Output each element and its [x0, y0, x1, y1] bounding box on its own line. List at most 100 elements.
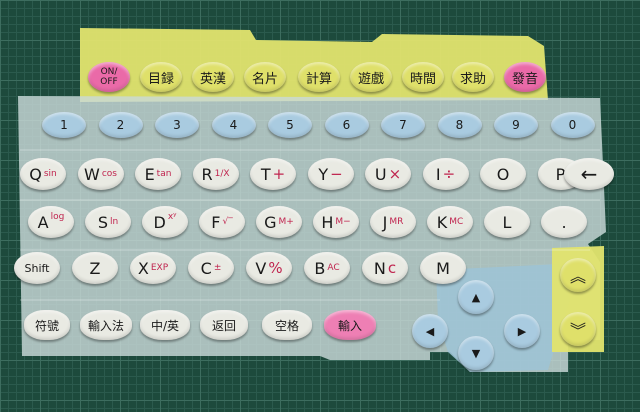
arrow-down-key[interactable]: ▼ [458, 336, 494, 370]
function-key-label-line-0: ON/ [100, 67, 118, 77]
key-main-label: E [144, 164, 155, 184]
bottom-key-label: 輸入法 [87, 318, 124, 333]
function-key-3[interactable]: 名片 [244, 62, 286, 92]
function-key-5[interactable]: 遊戲 [350, 62, 392, 92]
z-row-key-1[interactable]: Z [72, 252, 118, 284]
key-main-label: U [374, 164, 387, 184]
key-main-label: F [211, 212, 221, 232]
q-row-key-2[interactable]: Etan [135, 158, 181, 190]
a-row-key-5[interactable]: H M− [313, 206, 359, 238]
key-main-label: S [97, 212, 108, 232]
number-key-0[interactable]: 0 [550, 112, 595, 138]
q-row-key-1[interactable]: Wcos [77, 158, 124, 190]
key-sub-label: tan [156, 169, 172, 179]
bottom-key-0[interactable]: 符號 [24, 310, 70, 340]
a-row-key-7[interactable]: K MC [427, 206, 473, 238]
number-key-label: 8 [455, 118, 464, 132]
key-main-label: X [137, 258, 149, 278]
a-row-key-3[interactable]: F √‾ [199, 206, 245, 238]
number-key-label: 7 [399, 118, 407, 132]
arrow-up-key[interactable]: ▲ [458, 280, 494, 314]
number-key-3[interactable]: 3 [155, 112, 199, 138]
bottom-key-label: 返回 [211, 318, 236, 333]
number-key-label: 2 [116, 118, 125, 132]
key-main-label: O [496, 164, 510, 184]
key-main-label: J [382, 212, 388, 232]
page-down-key[interactable]: ︾ [560, 312, 596, 346]
z-row-key-6[interactable]: Nc [362, 252, 408, 284]
z-row-key-3[interactable]: C ± [188, 252, 234, 284]
key-sub-label: MR [389, 217, 404, 227]
number-key-label: 3 [173, 118, 181, 132]
number-key-5[interactable]: 5 [268, 112, 312, 138]
q-row-key-0[interactable]: Qsin [20, 158, 66, 190]
function-key-4[interactable]: 計算 [298, 62, 340, 92]
number-key-1[interactable]: 1 [42, 112, 86, 138]
key-main-label: B [314, 258, 326, 278]
function-key-label: 目録 [147, 71, 174, 87]
q-row-key-8[interactable]: O [480, 158, 526, 190]
key-sub-label: ln [109, 217, 119, 227]
z-row-key-7[interactable]: M [420, 252, 466, 284]
a-row-key-1[interactable]: Sln [85, 206, 131, 238]
key-sub-label: − [330, 165, 343, 183]
number-key-4[interactable]: 4 [211, 112, 256, 138]
function-key-label: 時間 [409, 71, 436, 87]
key-sub-label: % [268, 259, 283, 277]
a-row-key-6[interactable]: J MR [370, 206, 416, 238]
z-row-key-0[interactable]: Shift [14, 252, 60, 284]
q-row-key-5[interactable]: Y − [307, 158, 354, 190]
a-row-key-2[interactable]: Dxʸ [142, 206, 188, 238]
bottom-key-label: 符號 [34, 318, 59, 333]
arrow-left-key[interactable]: ◀ [412, 314, 448, 348]
key-main-label: . [561, 212, 567, 232]
backspace-icon: ← [580, 162, 598, 186]
bottom-key-label: 空格 [274, 318, 299, 333]
function-key-2[interactable]: 英漢 [192, 62, 234, 92]
key-sub-label: × [388, 165, 402, 183]
function-key-0[interactable]: ON/OFF [88, 62, 130, 92]
bottom-key-5[interactable]: 輸入 [324, 310, 376, 340]
number-key-label: 1 [60, 118, 68, 132]
arrow-up-icon: ▲ [471, 290, 481, 304]
function-key-label: 發音 [511, 71, 538, 87]
number-key-2[interactable]: 2 [98, 112, 143, 138]
key-sub-label: c [387, 259, 397, 277]
number-key-8[interactable]: 8 [437, 112, 482, 138]
q-row-key-3[interactable]: R 1/X [192, 158, 239, 190]
key-sub-label: ÷ [442, 165, 456, 183]
arrow-right-icon: ▶ [517, 324, 527, 338]
bottom-key-2[interactable]: 中/英 [140, 310, 190, 340]
z-row-key-4[interactable]: V% [246, 252, 292, 284]
a-row-key-4[interactable]: G M+ [256, 206, 302, 238]
key-main-label: T [260, 164, 271, 184]
page-up-key[interactable]: ︽ [560, 258, 596, 292]
q-row-key-7[interactable]: I ÷ [422, 158, 469, 190]
q-row-key-4[interactable]: T + [250, 158, 296, 190]
key-sub-label: sin [43, 169, 57, 179]
function-key-6[interactable]: 時間 [402, 62, 444, 92]
bottom-key-3[interactable]: 返回 [200, 310, 248, 340]
function-key-1[interactable]: 目録 [140, 62, 182, 92]
a-row-key-9[interactable]: . [541, 206, 587, 238]
number-key-6[interactable]: 6 [324, 112, 369, 138]
function-key-8[interactable]: 發音 [504, 62, 546, 92]
z-row-key-5[interactable]: B AC [304, 252, 350, 284]
key-sub-label: xʸ [167, 212, 177, 222]
number-key-label: 6 [342, 118, 351, 132]
arrow-right-key[interactable]: ▶ [504, 314, 540, 348]
q-row-key-6[interactable]: U × [365, 158, 411, 190]
backspace-key[interactable]: ← [564, 158, 614, 190]
number-key-label: 0 [568, 118, 577, 132]
function-key-7[interactable]: 求助 [452, 62, 494, 92]
bottom-key-4[interactable]: 空格 [262, 310, 312, 340]
a-row-key-0[interactable]: Alog [28, 206, 74, 238]
number-key-7[interactable]: 7 [381, 112, 425, 138]
a-row-key-8[interactable]: L [484, 206, 530, 238]
bottom-key-1[interactable]: 輸入法 [80, 310, 132, 340]
z-row-key-2[interactable]: X EXP [130, 252, 176, 284]
number-key-9[interactable]: 9 [494, 112, 538, 138]
bottom-key-label: 輸入 [337, 318, 362, 333]
key-main-label: L [502, 212, 512, 232]
key-main-label: Z [89, 258, 101, 278]
